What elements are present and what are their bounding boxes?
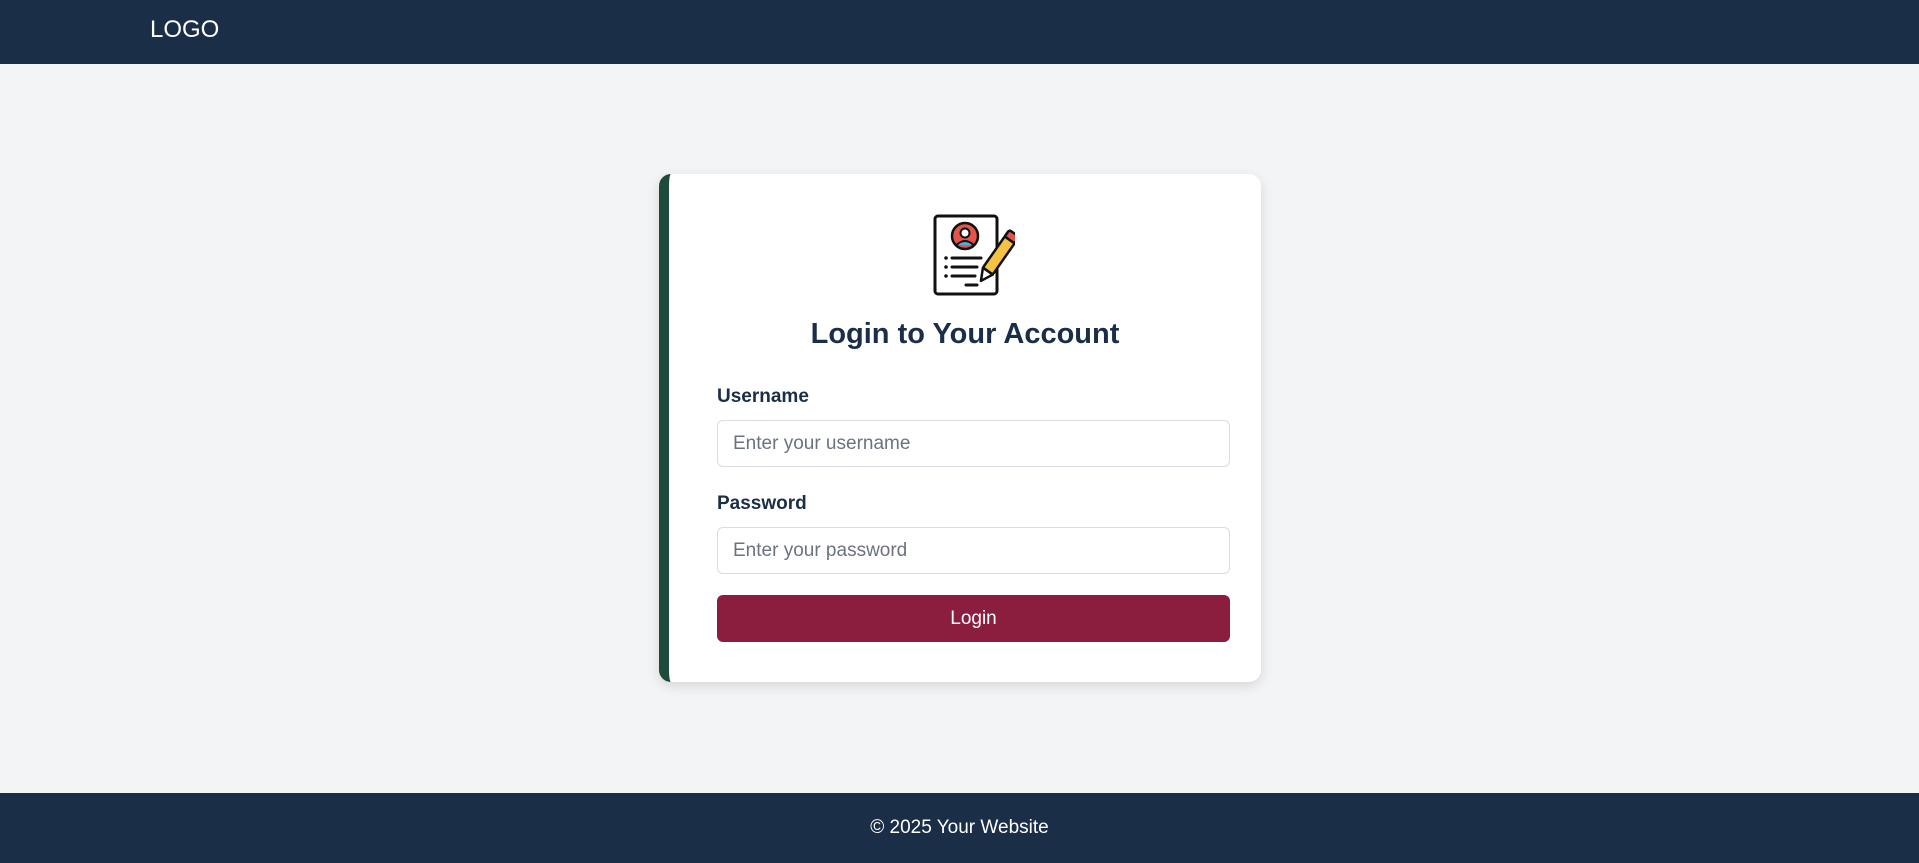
logo[interactable]: LOGO [150,14,219,46]
username-input[interactable] [717,420,1230,467]
password-label: Password [717,493,807,514]
username-label: Username [717,386,809,407]
login-title: Login to Your Account [810,318,1120,350]
page: LOGO Login to Your Account Username Ente… [0,0,1919,863]
copyright-text: © 2025 Your Website [870,817,1049,838]
footer: © 2025 Your Website [0,793,1919,863]
top-navbar: LOGO [0,0,1919,64]
document-user-pencil-icon [933,214,1015,296]
login-button[interactable]: Login [717,595,1230,642]
login-card: Login to Your Account Username Password … [659,174,1261,682]
password-input[interactable] [717,527,1230,574]
